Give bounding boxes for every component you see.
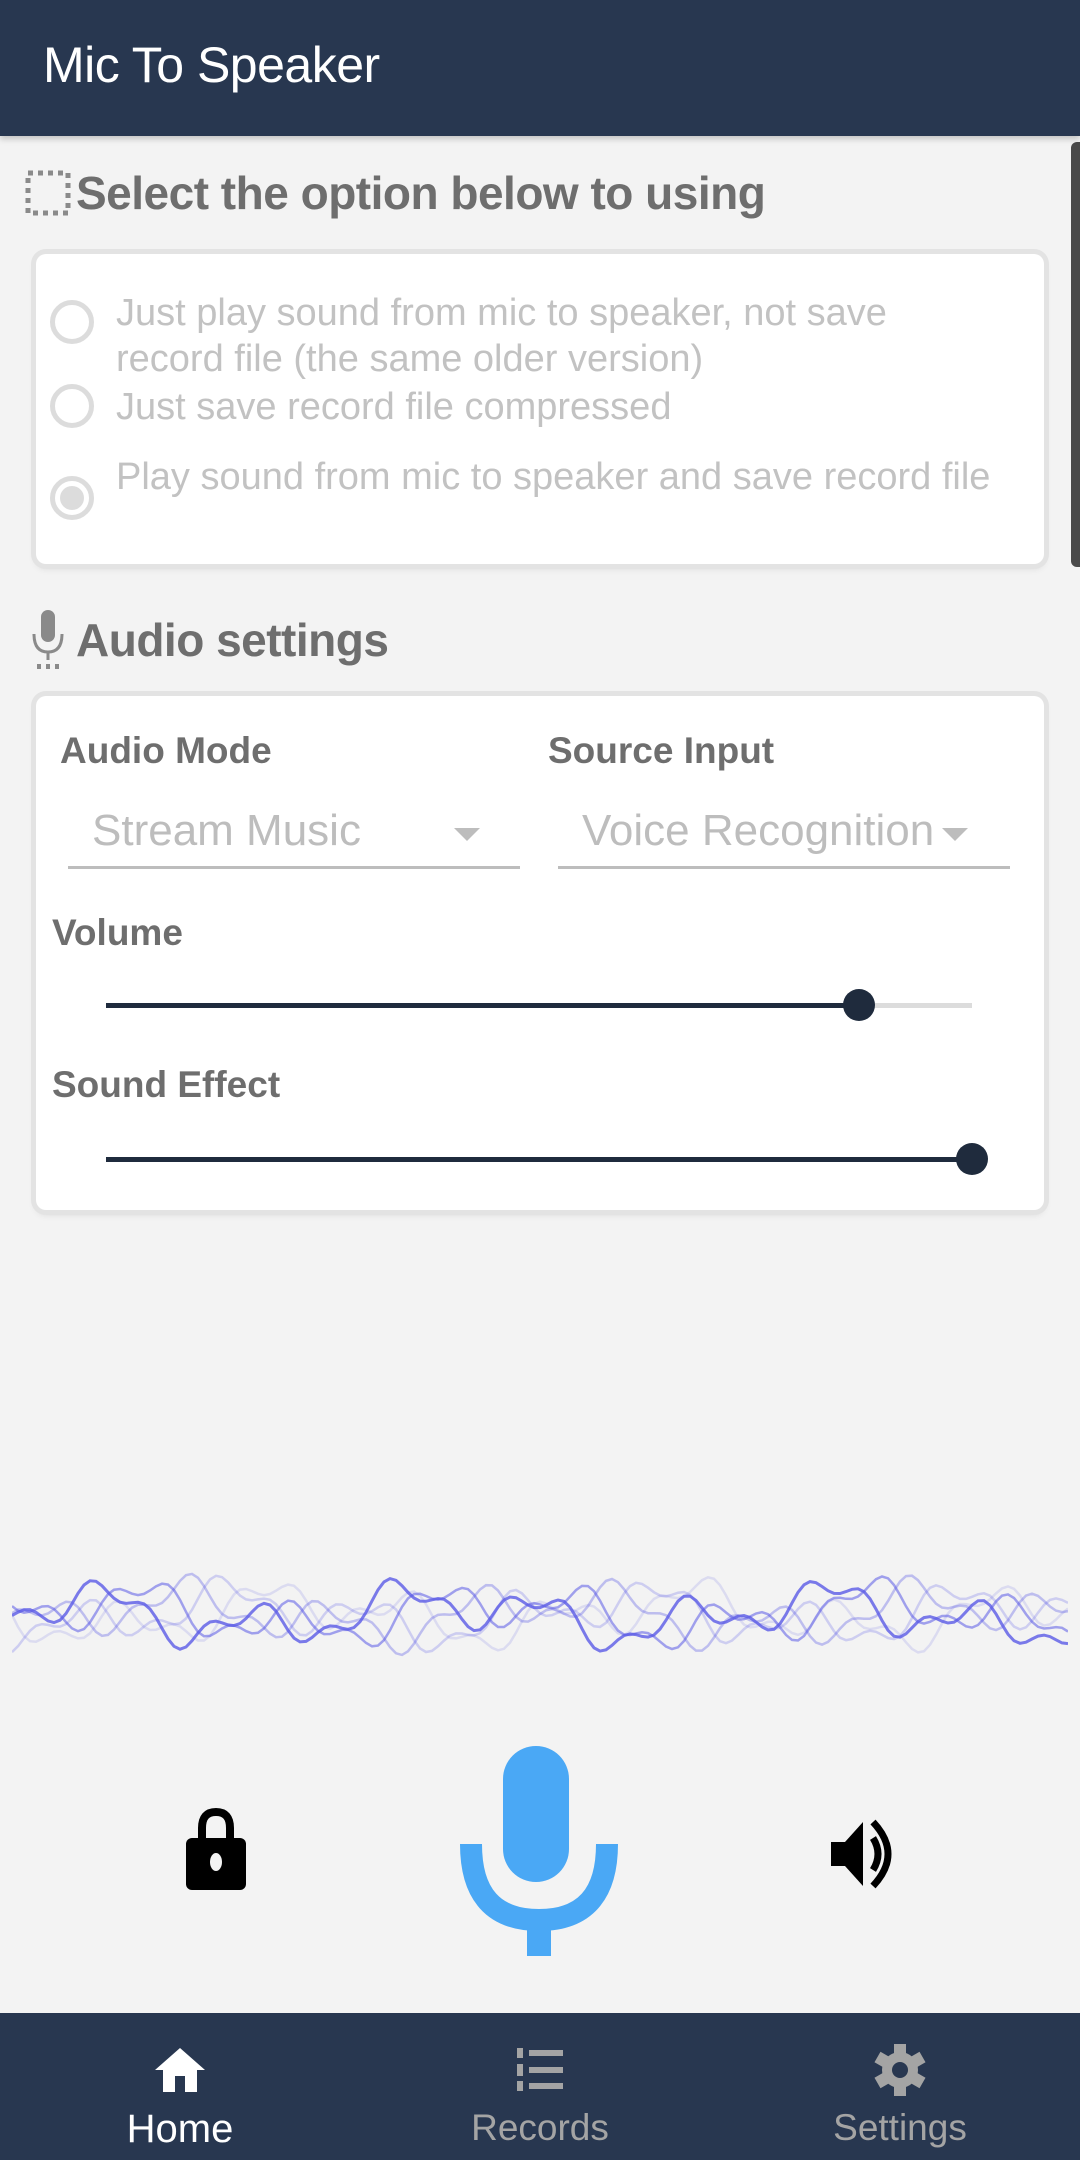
source-input-value: Voice Recognition — [582, 806, 935, 855]
chevron-down-icon — [454, 828, 480, 841]
app-title: Mic To Speaker — [43, 37, 380, 93]
slider-fill — [106, 1003, 860, 1008]
options-card: Just play sound from mic to speaker, not… — [36, 254, 1044, 564]
radio-label: Just play sound from mic to speaker, not… — [116, 292, 887, 380]
microphone-icon — [460, 1746, 618, 1956]
options-section-heading: Select the option below to using — [20, 166, 766, 220]
sound-effect-slider[interactable] — [106, 1140, 988, 1180]
audio-mode-label: Audio Mode — [60, 730, 272, 771]
slider-thumb[interactable] — [843, 989, 876, 1021]
lock-button[interactable] — [176, 1800, 256, 1900]
chevron-down-icon — [942, 828, 968, 841]
audio-mode-value: Stream Music — [92, 806, 361, 855]
source-input-select[interactable]: Voice Recognition — [558, 798, 1010, 869]
nav-item-records[interactable]: Records — [360, 2013, 720, 2160]
microphone-button[interactable] — [460, 1744, 618, 1958]
options-heading-text: Select the option below to using — [76, 167, 766, 219]
microphone-icon — [20, 608, 76, 672]
radio-button[interactable] — [50, 384, 94, 428]
nav-label: Settings — [833, 2107, 967, 2148]
source-input-label: Source Input — [548, 730, 775, 771]
sound-effect-label: Sound Effect — [52, 1064, 281, 1105]
audio-waveform — [12, 1572, 1068, 1657]
lock-icon — [186, 1808, 246, 1890]
radio-button-checked[interactable] — [50, 476, 94, 520]
speaker-icon — [831, 1819, 892, 1889]
option-radio-play-and-save[interactable]: Play sound from mic to speaker and save … — [50, 454, 996, 520]
volume-slider[interactable] — [106, 986, 972, 1026]
radio-label: Just save record file compressed — [116, 386, 672, 428]
slider-thumb[interactable] — [956, 1143, 988, 1175]
slider-fill — [106, 1157, 972, 1162]
nav-label: Records — [471, 2107, 609, 2148]
scrollbar[interactable] — [1071, 142, 1080, 567]
radio-label: Play sound from mic to speaker and save … — [116, 456, 991, 498]
audio-section-heading: Audio settings — [20, 608, 389, 672]
list-icon — [515, 2035, 565, 2105]
gear-icon — [873, 2035, 927, 2105]
option-radio-play-only[interactable]: Just play sound from mic to speaker, not… — [50, 290, 996, 382]
audio-mode-select[interactable]: Stream Music — [68, 798, 520, 869]
audio-heading-text: Audio settings — [76, 614, 389, 666]
nav-item-settings[interactable]: Settings — [720, 2013, 1080, 2160]
speaker-button[interactable] — [820, 1812, 910, 1896]
option-radio-save-only[interactable]: Just save record file compressed — [50, 384, 996, 430]
audio-settings-card: Audio Mode Source Input Stream Music Voi… — [36, 696, 1044, 1210]
app-bar: Mic To Speaker — [0, 0, 1080, 136]
bottom-navigation: Home Records Settings — [0, 2013, 1080, 2160]
nav-label: Home — [126, 2107, 234, 2151]
nav-item-home[interactable]: Home — [0, 2013, 360, 2160]
home-icon — [153, 2035, 207, 2105]
dashed-selection-icon — [20, 170, 76, 216]
volume-label: Volume — [52, 912, 183, 953]
radio-button[interactable] — [50, 300, 94, 344]
